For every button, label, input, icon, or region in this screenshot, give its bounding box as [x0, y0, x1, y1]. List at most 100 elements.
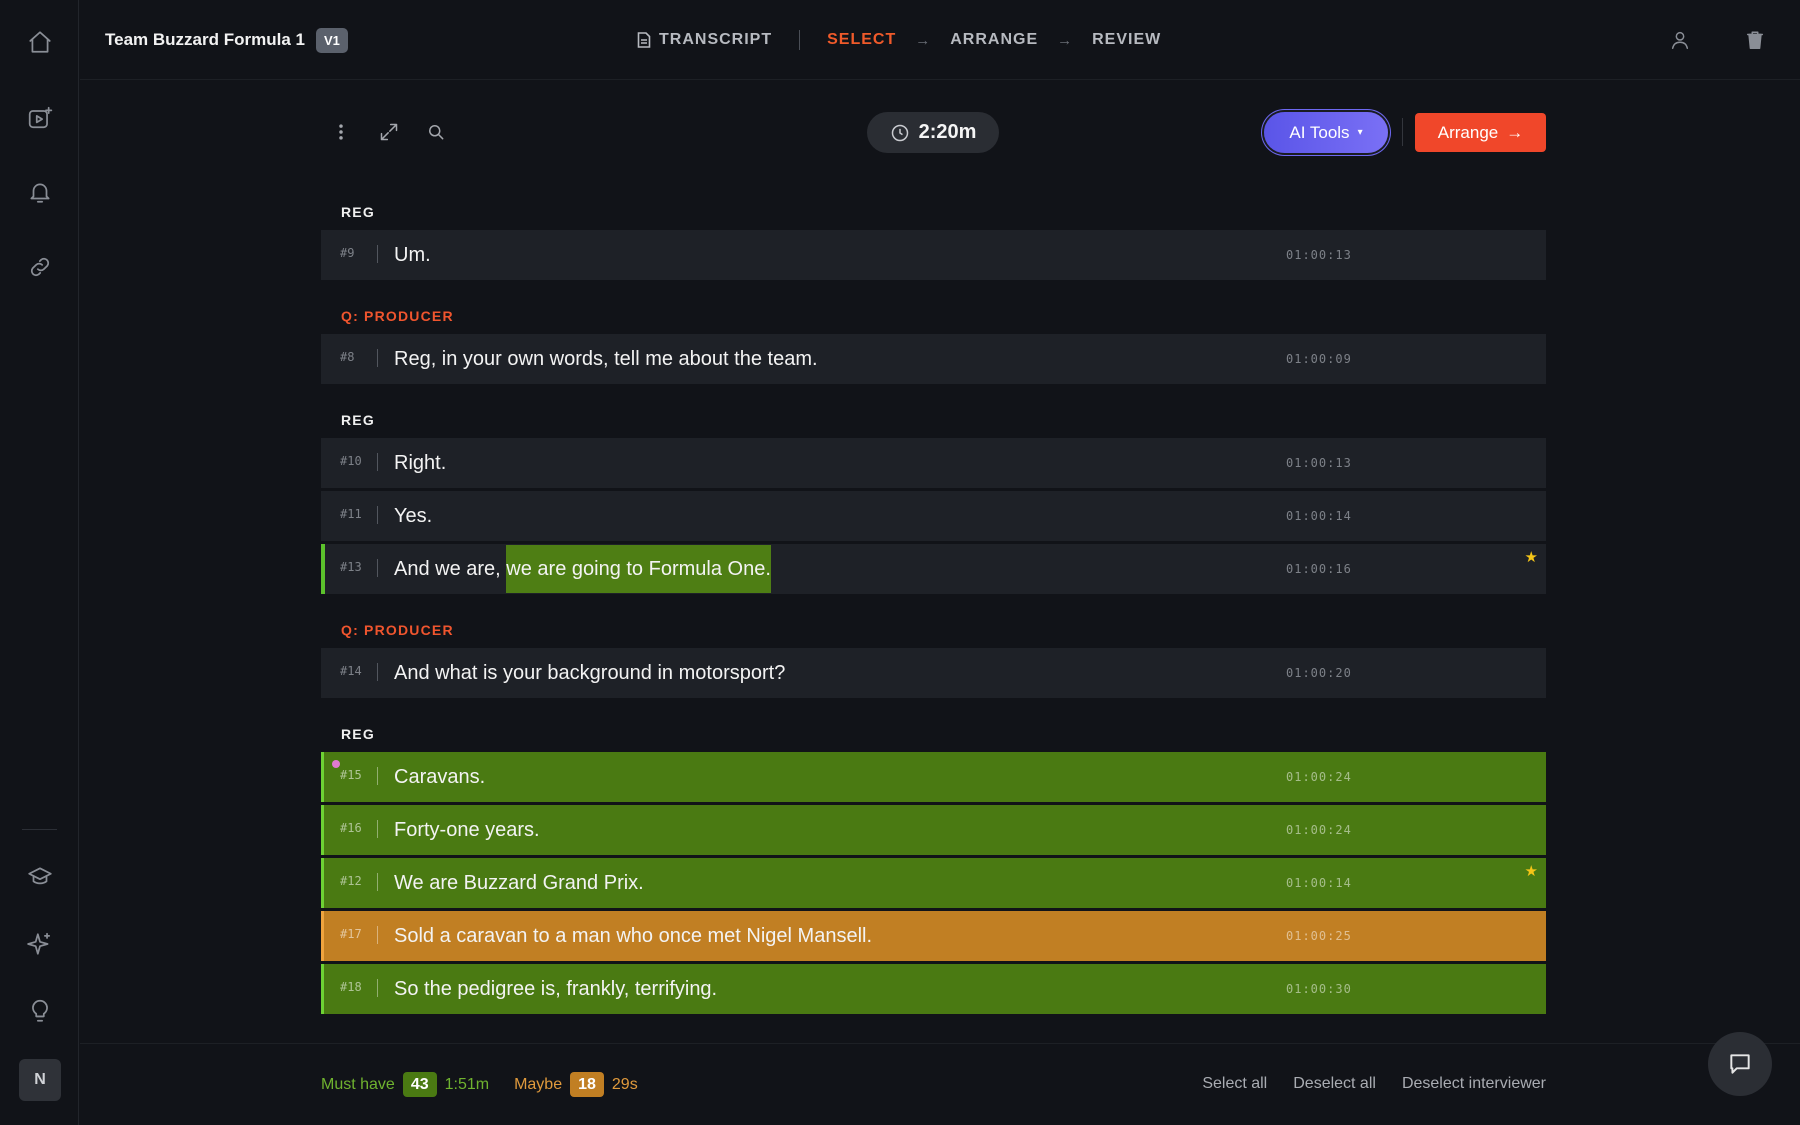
row-number: #10	[340, 454, 362, 468]
project-title: Team Buzzard Formula 1	[105, 30, 305, 49]
transcript-row[interactable]: #13 And we are, we are going to Formula …	[321, 544, 1546, 594]
row-number: #16	[340, 821, 362, 835]
star-icon[interactable]: ★	[1525, 548, 1538, 566]
transcript-row[interactable]: #15 Caravans. 01:00:24	[321, 752, 1546, 802]
row-number: #18	[340, 980, 362, 994]
duration-value: 2:20m	[918, 121, 977, 143]
star-icon[interactable]: ★	[1525, 862, 1538, 880]
row-timecode: 01:00:09	[1286, 352, 1352, 366]
toolbar-divider	[1402, 118, 1403, 146]
transcript-row[interactable]: #18 So the pedigree is, frankly, terrify…	[321, 964, 1546, 1014]
trash-icon[interactable]	[1742, 27, 1768, 53]
transcript-row[interactable]: #9 Um. 01:00:13	[321, 230, 1546, 280]
avatar[interactable]: N	[19, 1059, 61, 1101]
duration-display: 2:20m	[867, 112, 999, 153]
speaker-label: Q: PRODUCER	[341, 308, 454, 324]
graduation-cap-icon[interactable]	[21, 858, 59, 896]
maybe-time: 29s	[611, 1075, 638, 1093]
home-icon[interactable]	[21, 23, 59, 61]
row-number: #8	[340, 350, 355, 364]
step-review-label: REVIEW	[1092, 31, 1162, 48]
ai-tools-label: AI Tools	[1289, 122, 1350, 142]
speaker-label: Q: PRODUCER	[341, 622, 454, 638]
arrange-label: Arrange	[1437, 122, 1499, 142]
expand-icon[interactable]	[377, 120, 401, 144]
search-icon[interactable]	[424, 120, 448, 144]
row-text: Right.	[394, 452, 447, 474]
arrow-right-icon: →	[1506, 122, 1524, 142]
chevron-down-icon: ▾	[1357, 127, 1363, 138]
video-add-icon[interactable]	[21, 99, 59, 137]
chat-icon	[1730, 1054, 1750, 1074]
transcript-row[interactable]: #17 Sold a caravan to a man who once met…	[321, 911, 1546, 961]
maybe-count: 18	[570, 1072, 604, 1097]
lightbulb-icon[interactable]	[21, 992, 59, 1030]
step-select[interactable]: SELECT	[827, 31, 896, 49]
highlighted-selection[interactable]: we are going to Formula One.	[506, 545, 771, 593]
transcript-row[interactable]: #14 And what is your background in motor…	[321, 648, 1546, 698]
row-number: #12	[340, 874, 362, 888]
chat-button[interactable]	[1708, 1032, 1772, 1096]
row-text: Yes.	[394, 505, 433, 527]
row-text-plain: And we are,	[394, 558, 507, 580]
row-text: And we are, we are going to Formula One.	[394, 545, 771, 593]
row-text: Um.	[394, 244, 431, 266]
row-timecode: 01:00:20	[1286, 666, 1352, 680]
speaker-label: REG	[341, 412, 375, 428]
step-arrange[interactable]: ARRANGE	[950, 31, 1038, 49]
selection-actions: Select all Deselect all Deselect intervi…	[1202, 1075, 1546, 1093]
deselect-all-button[interactable]: Deselect all	[1293, 1075, 1376, 1093]
select-all-button[interactable]: Select all	[1202, 1075, 1267, 1093]
row-timecode: 01:00:24	[1286, 823, 1352, 837]
row-number: #17	[340, 927, 362, 941]
row-timecode: 01:00:13	[1286, 456, 1352, 470]
row-text: And what is your background in motorspor…	[394, 662, 786, 684]
row-timecode: 01:00:14	[1286, 876, 1352, 890]
row-text: So the pedigree is, frankly, terrifying.	[394, 978, 718, 1000]
arrow-right-icon: →	[1057, 31, 1074, 49]
clock-icon	[891, 124, 908, 141]
sidebar: N	[0, 0, 79, 1125]
step-separator	[799, 30, 801, 50]
transcript-row[interactable]: #12 We are Buzzard Grand Prix. 01:00:14 …	[321, 858, 1546, 908]
row-timecode: 01:00:30	[1286, 982, 1352, 996]
row-text: Reg, in your own words, tell me about th…	[394, 348, 818, 370]
transcript-row[interactable]: #8 Reg, in your own words, tell me about…	[321, 334, 1546, 384]
row-timecode: 01:00:14	[1286, 509, 1352, 523]
sidebar-divider	[22, 829, 57, 830]
step-transcript[interactable]: TRANSCRIPT	[637, 31, 772, 49]
row-timecode: 01:00:24	[1286, 770, 1352, 784]
arrow-right-icon: →	[915, 31, 932, 49]
row-number: #9	[340, 246, 355, 260]
step-transcript-label: TRANSCRIPT	[659, 31, 773, 48]
sparkle-icon[interactable]	[21, 925, 59, 963]
arrange-button[interactable]: Arrange →	[1415, 113, 1546, 152]
ai-tools-button[interactable]: AI Tools ▾	[1264, 112, 1388, 153]
row-timecode: 01:00:25	[1286, 929, 1352, 943]
row-number: #11	[340, 507, 362, 521]
step-select-label: SELECT	[827, 31, 897, 48]
transcript-row[interactable]: #11 Yes. 01:00:14	[321, 491, 1546, 541]
document-icon	[637, 32, 651, 48]
row-timecode: 01:00:16	[1286, 562, 1352, 576]
top-header: Team Buzzard Formula 1 V1 TRANSCRIPT SEL…	[80, 0, 1800, 80]
comment-dot-icon	[332, 760, 340, 768]
row-text: Sold a caravan to a man who once met Nig…	[394, 925, 873, 947]
row-text: Caravans.	[394, 766, 486, 788]
row-number: #14	[340, 664, 362, 678]
deselect-interviewer-button[interactable]: Deselect interviewer	[1402, 1075, 1546, 1093]
user-icon[interactable]	[1667, 27, 1693, 53]
must-have-label: Must have	[321, 1075, 395, 1093]
row-text: We are Buzzard Grand Prix.	[394, 872, 644, 894]
bell-icon[interactable]	[21, 173, 59, 211]
transcript-list: REG #9 Um. 01:00:13 Q: PRODUCER #8 Reg, …	[321, 200, 1546, 1017]
step-review[interactable]: REVIEW	[1092, 31, 1161, 49]
version-badge[interactable]: V1	[316, 28, 348, 53]
transcript-row[interactable]: #16 Forty-one years. 01:00:24	[321, 805, 1546, 855]
transcript-row[interactable]: #10 Right. 01:00:13	[321, 438, 1546, 488]
footer-divider	[80, 1043, 1800, 1044]
more-options-icon[interactable]	[329, 120, 353, 144]
row-number: #15	[340, 768, 362, 782]
row-timecode: 01:00:13	[1286, 248, 1352, 262]
link-icon[interactable]	[21, 248, 59, 286]
